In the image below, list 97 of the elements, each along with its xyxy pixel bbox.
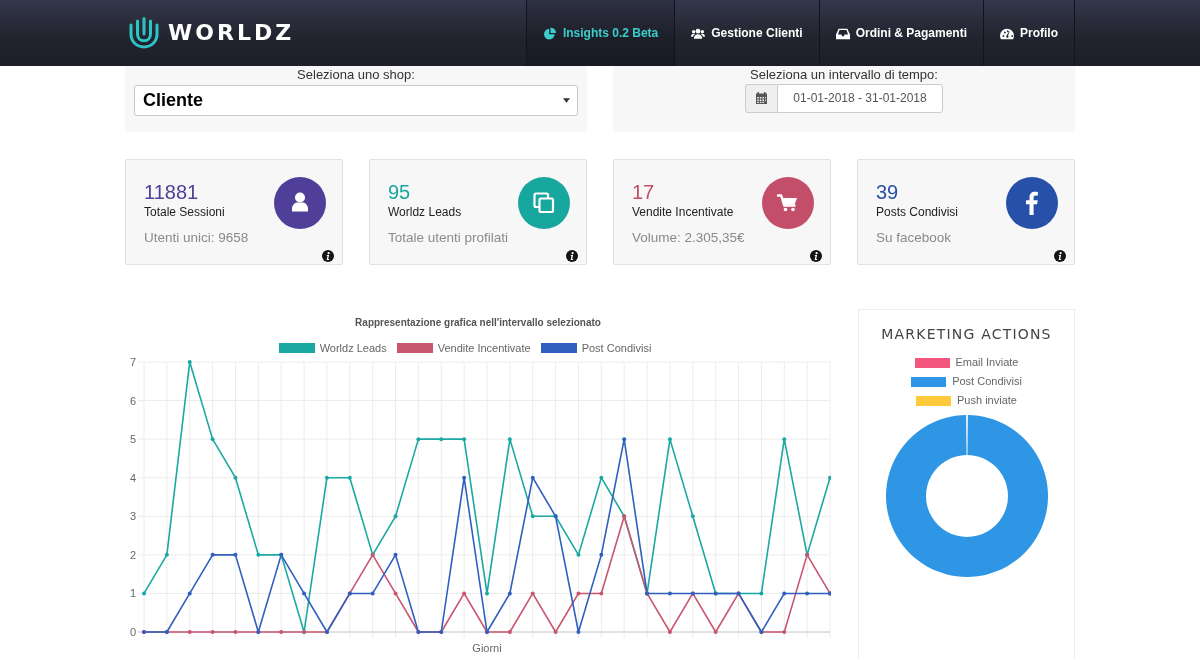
gauge-icon <box>1000 26 1014 40</box>
data-point <box>759 591 764 596</box>
data-point <box>164 552 169 557</box>
info-icon[interactable] <box>322 250 334 262</box>
stat-detail: Volume: 2.305,35€ <box>632 229 745 247</box>
stat-label: Totale Sessioni <box>144 205 225 219</box>
data-point <box>507 437 512 442</box>
stat-detail: Utenti unici: 9658 <box>144 229 249 247</box>
data-point <box>142 591 146 596</box>
shop-select[interactable]: Cliente <box>134 85 578 116</box>
y-tick-label: 6 <box>129 394 136 407</box>
data-point <box>279 630 284 634</box>
x-axis-label: Giorni <box>472 642 502 654</box>
stat-value: 39 <box>876 180 899 204</box>
data-point <box>210 437 215 442</box>
data-point <box>530 591 535 596</box>
data-point <box>210 630 215 634</box>
data-point <box>233 552 238 557</box>
stat-value: 11881 <box>144 180 199 204</box>
date-range-field[interactable]: 01-01-2018 - 31-01-2018 <box>777 84 943 113</box>
y-tick-label: 4 <box>129 471 136 484</box>
legend-label: Post Condivisi <box>952 375 1022 388</box>
data-point <box>553 630 558 634</box>
legend-label: Post Condivisi <box>581 342 652 354</box>
data-point <box>667 437 672 442</box>
data-point <box>462 591 467 596</box>
y-tick-label: 5 <box>129 433 136 446</box>
info-icon[interactable] <box>1054 250 1066 262</box>
field-label: Seleziona un intervallo di tempo: <box>750 67 938 83</box>
data-point <box>507 630 512 634</box>
data-point <box>599 591 604 596</box>
data-point <box>828 475 831 480</box>
data-point <box>393 552 398 557</box>
data-point <box>439 437 444 442</box>
data-point <box>210 552 215 557</box>
data-point <box>690 514 695 519</box>
stat-value: 95 <box>388 180 411 204</box>
data-point <box>256 552 261 557</box>
legend-label: Email Inviate <box>955 356 1019 369</box>
data-point <box>507 591 512 596</box>
y-tick-label: 1 <box>129 587 136 600</box>
pie-chart-icon <box>542 26 557 40</box>
data-point <box>782 630 787 634</box>
data-point <box>599 475 604 480</box>
data-point <box>782 591 787 596</box>
data-point <box>805 591 810 596</box>
data-point <box>347 475 352 480</box>
legend-label: Vendite Incentivate <box>437 342 531 354</box>
stat-detail: Totale utenti profilati <box>388 229 509 247</box>
data-point <box>324 475 329 480</box>
info-icon[interactable] <box>566 250 578 262</box>
stat-label: Posts Condivisi <box>876 205 959 219</box>
chart-title: Rappresentazione grafica nell'intervallo selezionato <box>355 317 601 328</box>
stat-label: Vendite Incentivate <box>632 205 734 219</box>
data-point <box>302 591 307 596</box>
data-point <box>599 552 604 557</box>
data-point <box>530 475 535 480</box>
y-tick-label: 2 <box>129 548 136 561</box>
panel-title: MARKETING ACTIONS <box>881 325 1052 343</box>
data-point <box>485 591 489 596</box>
data-point <box>667 591 672 596</box>
inbox-icon <box>835 26 850 40</box>
data-point <box>782 437 787 442</box>
logo-text: WORLDZ <box>168 20 295 46</box>
info-icon[interactable] <box>810 250 822 262</box>
data-point <box>393 591 398 596</box>
stat-detail: Su facebook <box>876 229 952 247</box>
data-point <box>233 630 238 634</box>
data-point <box>667 630 672 634</box>
legend-label: Worldz Leads <box>319 342 387 354</box>
stat-label: Worldz Leads <box>388 205 462 219</box>
data-point <box>462 475 467 480</box>
data-point <box>462 437 467 442</box>
data-point <box>713 630 718 634</box>
stat-value: 17 <box>632 180 655 204</box>
y-tick-label: 7 <box>129 356 136 368</box>
legend-label: Push inviate <box>957 394 1017 407</box>
data-point <box>187 630 192 634</box>
nav-tab[interactable]: Insights 0.2 Beta <box>526 0 676 66</box>
caret-icon <box>563 98 570 103</box>
calendar-icon[interactable] <box>745 84 778 113</box>
field-label: Seleziona uno shop: <box>297 67 415 83</box>
data-point <box>576 630 581 634</box>
data-point <box>233 475 238 480</box>
users-icon <box>691 26 706 40</box>
data-point <box>187 360 192 364</box>
y-tick-label: 3 <box>129 510 136 523</box>
y-tick-label: 0 <box>129 626 136 638</box>
data-point <box>416 437 421 442</box>
logo-icon <box>127 16 161 50</box>
data-point <box>530 514 535 519</box>
data-point <box>370 591 375 596</box>
data-point <box>393 514 398 519</box>
data-point <box>576 552 581 557</box>
data-point <box>187 591 192 596</box>
data-point <box>576 591 581 596</box>
data-point <box>622 437 627 442</box>
